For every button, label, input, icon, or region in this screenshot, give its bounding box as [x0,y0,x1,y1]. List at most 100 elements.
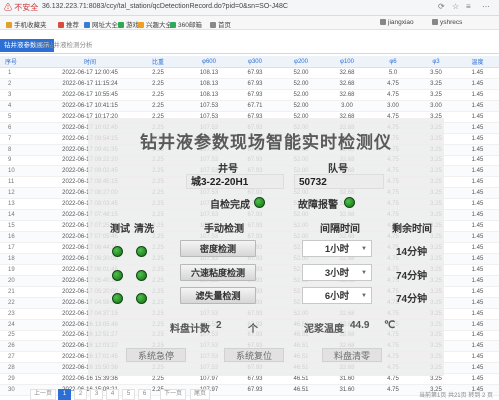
table-row[interactable]: 1 2022-06-17 12:00:45 2.25 108.13 67.93 52.00… [0,67,499,79]
table-cell: 28 [0,362,50,375]
tab-analysis[interactable]: 智能钻井液检测分析 [30,39,97,52]
table-cell: 1.45 [456,187,499,200]
prev-page-button[interactable]: 上一页 [30,389,57,400]
table-cell: 1.45 [456,351,499,364]
pagination: 上一页 1 2 3 4 5 6 下一页 尾页 当前第1页 共21页 转到 2 页 [0,388,499,400]
table-cell: 1.45 [456,308,499,320]
table-cell: 67.71 [232,100,278,112]
table-cell: 26 [0,340,50,353]
table-cell: 22 [0,297,50,309]
table-cell: 1.45 [456,242,499,254]
bookmark-item[interactable]: 游戏 [118,19,139,29]
menu-icon[interactable]: ≡ [466,2,471,11]
table-cell: 1.45 [456,286,499,298]
bookmark-item[interactable]: 推荐 [58,19,79,29]
bookmark-icon [138,22,144,28]
bookmark-item[interactable]: 首页 [210,19,231,29]
bookmarks-bar: 手机收藏夹 推荐 网址大全 游戏 兴趣大全 360邮箱 首页 jiangxiao… [0,16,499,30]
bookmark-item[interactable]: 网址大全 [84,19,118,29]
table-cell: 52.00 [278,100,324,112]
more-icon[interactable]: ⋯ [482,2,490,11]
bookmark-icon [118,22,124,28]
table-cell: 16 [0,231,50,243]
table-cell: 3.50 [416,67,456,79]
table-header: 序号 时间 比重 φ600 φ300 φ200 φ100 φ6 φ3 温度 [0,56,499,68]
table-cell: 24 [0,319,50,331]
bookmark-item[interactable]: jiangxiao [380,19,414,26]
table-cell: 29 [0,373,50,386]
table-cell: 12 [0,187,50,200]
table-cell: 3.00 [416,100,456,112]
test-led-2 [112,270,123,281]
page-button-5[interactable]: 5 [122,389,135,400]
column-header: 比重 [130,56,186,68]
table-cell: 20 [0,275,50,287]
table-row[interactable]: 4 2022-06-17 10:41:15 2.25 107.53 67.71 52.00… [0,100,499,112]
table-cell: 1.45 [456,340,499,353]
page-button-1[interactable]: 1 [58,389,71,400]
test-led-3 [112,293,123,304]
last-page-button[interactable]: 尾页 [190,389,211,400]
table-cell: 9 [0,155,50,167]
star-icon[interactable]: ☆ [452,2,459,11]
instrument-panel: 钻井液参数现场智能实时检测仪 井号 城3-22-20H1 队号 50732 自检… [88,118,444,376]
interval-select-3[interactable]: 6小时 ▼ [302,287,372,304]
interval-label: 间隔时间 [320,224,360,235]
tray-reset-button[interactable]: 料盘清零 [322,348,382,362]
page-button-3[interactable]: 3 [90,389,103,400]
table-cell: 11 [0,176,50,189]
table-cell: 1.45 [456,78,499,90]
bookmark-item[interactable]: 360邮箱 [170,19,202,29]
table-cell: 17 [0,242,50,254]
table-cell: 1.45 [456,133,499,145]
remaining-label: 剩余时间 [392,224,432,235]
table-cell: 1.45 [456,155,499,167]
bookmark-icon [432,19,438,25]
table-cell: 3 [0,89,50,101]
table-cell: 3.25 [416,89,456,101]
bookmark-item[interactable]: yshrecs [432,19,462,26]
filtration-test-button[interactable]: 滤失量检测 [180,287,256,304]
viscosity-test-button[interactable]: 六速粘度检测 [180,264,256,281]
tray-count-value: 2 [216,320,222,331]
page-tabs: 钻井液参数展示 智能钻井液检测分析 [0,39,499,54]
manual-test-label: 手动检测 [204,224,244,235]
bookmark-item[interactable]: 兴趣大全 [138,19,172,29]
system-stop-button[interactable]: 系统急停 [126,348,186,362]
table-cell: 52.00 [278,89,324,101]
bookmark-icon [6,22,12,28]
table-row[interactable]: 3 2022-06-17 10:55:45 2.25 108.13 67.93 52.00… [0,89,499,101]
interval-select-2[interactable]: 3小时 ▼ [302,264,372,281]
table-cell: 3.25 [416,78,456,90]
refresh-icon[interactable]: ⟳ [438,2,445,11]
table-cell: 1.45 [456,111,499,123]
system-reset-button[interactable]: 系统复位 [224,348,284,362]
table-cell: 67.93 [232,67,278,79]
team-label: 队号 [328,164,348,175]
remaining-time-3: 74分钟 [396,294,428,305]
page-button-4[interactable]: 4 [106,389,119,400]
next-page-button[interactable]: 下一页 [160,389,187,400]
table-cell: 1 [0,67,50,79]
address-bar[interactable]: ⚠ 不安全 36.132.223.71:8083/ccy/tal_station… [0,0,499,16]
table-row[interactable]: 2 2022-06-17 11:15:24 2.25 108.13 67.93 52.00… [0,78,499,90]
table-cell: 108.13 [186,67,232,79]
url-text[interactable]: 36.132.223.71:8083/ccy/tal_station/qcDet… [42,3,288,10]
chevron-down-icon: ▼ [361,270,367,276]
table-cell: 2022-06-17 10:55:45 [50,89,130,101]
team-value: 50732 [294,174,384,189]
tray-count-label: 料盘计数 [170,324,210,335]
page-button-2[interactable]: 2 [74,389,87,400]
table-cell: 52.00 [278,78,324,90]
density-test-button[interactable]: 密度检测 [180,240,256,257]
mud-temp-unit: ℃ [384,320,396,331]
bookmark-item[interactable]: 手机收藏夹 [6,19,47,29]
page-button-6[interactable]: 6 [138,389,151,400]
test-led-1 [112,246,123,257]
table-cell: 1.45 [456,220,499,233]
insecure-warning: ⚠ 不安全 [4,3,39,12]
interval-select-1[interactable]: 1小时 ▼ [302,240,372,257]
table-cell: 18 [0,253,50,265]
table-cell: 2.25 [130,67,186,79]
fault-alarm-led [344,197,355,208]
